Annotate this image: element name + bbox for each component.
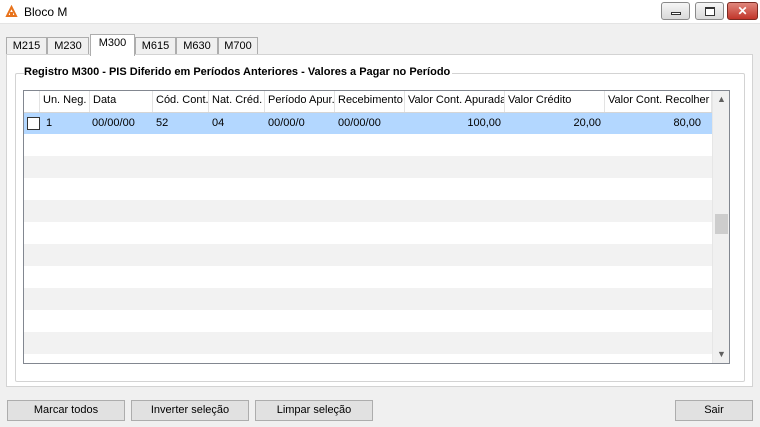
empty-row	[24, 332, 712, 354]
minimize-button[interactable]	[661, 2, 690, 20]
cell-nat-cred: 04	[212, 117, 225, 129]
title-bar: Bloco M ✕	[0, 0, 760, 24]
close-button[interactable]: ✕	[727, 2, 758, 20]
table-row[interactable]: 1 00/00/00 52 04 00/00/0 00/00/00 100,00…	[24, 113, 712, 134]
column-header[interactable]: Valor Cont. Apurada	[405, 91, 505, 112]
app-logo-icon	[5, 5, 18, 18]
empty-row	[24, 222, 712, 244]
invert-selection-button[interactable]: Inverter seleção	[131, 400, 249, 421]
cell-valor-cont-recolher: 80,00	[673, 117, 701, 129]
column-header[interactable]: Valor Cont. Recolher	[605, 91, 712, 112]
scroll-up-icon[interactable]: ▲	[713, 91, 729, 108]
scroll-down-icon[interactable]: ▼	[713, 346, 729, 363]
empty-row	[24, 200, 712, 222]
empty-row	[24, 134, 712, 156]
empty-row	[24, 266, 712, 288]
empty-row	[24, 310, 712, 332]
maximize-icon	[705, 7, 715, 16]
cell-un-neg: 1	[46, 117, 53, 129]
grid-rows: 1 00/00/00 52 04 00/00/0 00/00/00 100,00…	[24, 113, 712, 363]
tab-m615[interactable]: M615	[135, 37, 176, 55]
cell-valor-credito: 20,00	[573, 117, 601, 129]
clear-selection-button[interactable]: Limpar seleção	[255, 400, 373, 421]
empty-row	[24, 156, 712, 178]
column-header[interactable]: Recebimento	[335, 91, 405, 112]
grid-header: Un. Neg. Data Cód. Cont. Nat. Créd. Perí…	[24, 91, 712, 113]
column-header[interactable]: Data	[90, 91, 153, 112]
tab-m700[interactable]: M700	[218, 37, 258, 55]
column-header[interactable]: Cód. Cont.	[153, 91, 209, 112]
empty-row	[24, 244, 712, 266]
tab-m230[interactable]: M230	[47, 37, 89, 55]
data-grid[interactable]: Un. Neg. Data Cód. Cont. Nat. Créd. Perí…	[23, 90, 730, 364]
minimize-icon	[671, 12, 681, 15]
select-all-button[interactable]: Marcar todos	[7, 400, 125, 421]
tab-m300[interactable]: M300	[90, 34, 135, 56]
empty-row	[24, 288, 712, 310]
group-title: Registro M300 - PIS Diferido em Períodos…	[24, 66, 453, 78]
close-icon: ✕	[737, 4, 748, 18]
registro-groupbox: Registro M300 - PIS Diferido em Períodos…	[15, 66, 745, 382]
tab-m630[interactable]: M630	[176, 37, 218, 55]
column-header[interactable]: Período Apur.	[265, 91, 335, 112]
row-checkbox[interactable]	[27, 117, 40, 130]
scroll-thumb[interactable]	[715, 214, 728, 234]
cell-cod-cont: 52	[156, 117, 169, 129]
column-header[interactable]: Valor Crédito	[505, 91, 605, 112]
tab-panel: Registro M300 - PIS Diferido em Períodos…	[6, 54, 753, 387]
maximize-button[interactable]	[695, 2, 724, 20]
cell-valor-cont-apurada: 100,00	[467, 117, 501, 129]
column-header[interactable]: Nat. Créd.	[209, 91, 265, 112]
cell-periodo-apur: 00/00/0	[268, 117, 305, 129]
empty-row	[24, 178, 712, 200]
cell-recebimento: 00/00/00	[338, 117, 381, 129]
window-title: Bloco M	[24, 5, 68, 19]
empty-row	[24, 354, 712, 363]
vertical-scrollbar[interactable]: ▲ ▼	[712, 91, 729, 363]
cell-data: 00/00/00	[92, 117, 135, 129]
exit-button[interactable]: Sair	[675, 400, 753, 421]
column-header[interactable]: Un. Neg.	[40, 91, 90, 112]
tab-m215[interactable]: M215	[6, 37, 47, 55]
header-checkbox-column	[24, 91, 40, 112]
